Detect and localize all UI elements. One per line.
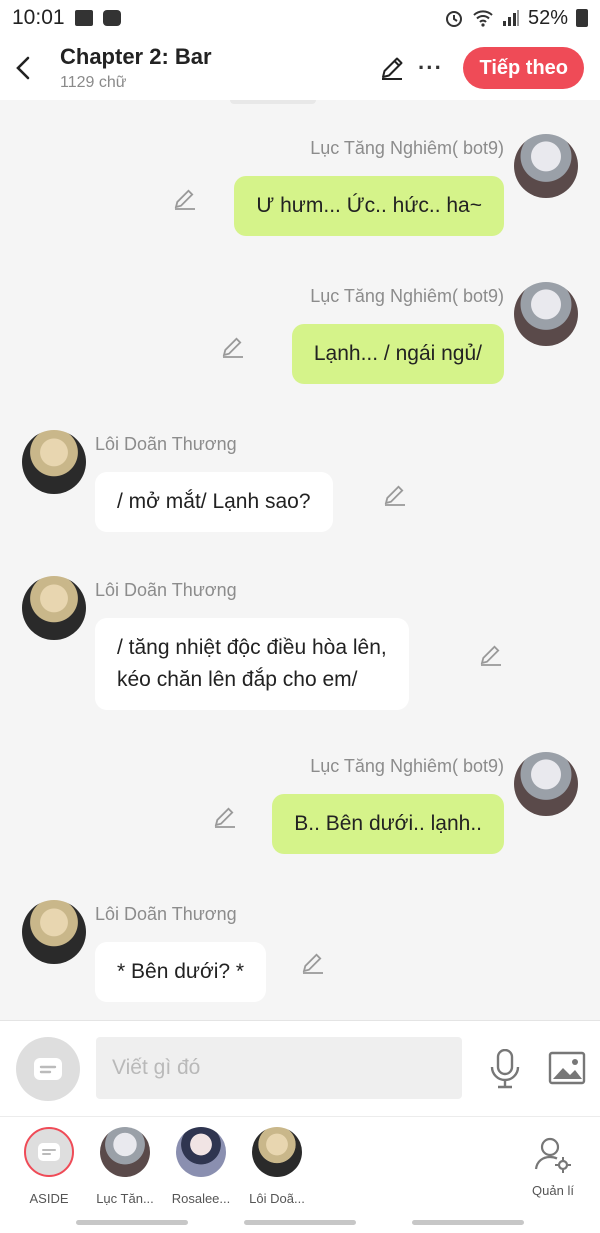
edit-chapter-button[interactable] <box>373 48 411 88</box>
status-bar: 10:01 52% <box>0 0 600 36</box>
character-bar: ASIDE Lục Tăn... Rosalee... Lôi Doã... Q… <box>0 1116 600 1212</box>
sender-name: Lục Tăng Nghiêm( bot9) <box>310 756 504 776</box>
back-button[interactable] <box>0 36 46 100</box>
aside-toggle-button[interactable] <box>16 1037 80 1101</box>
gallery-notification-icon <box>74 10 93 26</box>
character-label: Rosalee... <box>171 1191 231 1206</box>
message-composer <box>0 1020 600 1116</box>
image-icon[interactable] <box>548 1051 586 1087</box>
avatar-loi-doan-thuong[interactable] <box>22 576 86 640</box>
battery-icon <box>576 9 588 27</box>
alarm-icon <box>445 11 462 27</box>
sender-name: Lôi Doãn Thương <box>95 434 237 454</box>
word-count: 1129 chữ <box>60 74 127 91</box>
avatar-luc-tang-nghiem <box>100 1127 150 1177</box>
gesture-back[interactable] <box>412 1220 524 1225</box>
chat-area[interactable]: Lục Tăng Nghiêm( bot9) Ư hưm... Ức.. hức… <box>0 100 600 1020</box>
message-bubble[interactable]: / mở mắt/ Lạnh sao? <box>95 472 333 532</box>
avatar-rosalee <box>176 1127 226 1177</box>
gesture-home[interactable] <box>244 1220 356 1225</box>
signal-icon <box>502 10 519 26</box>
avatar-luc-tang-nghiem[interactable] <box>514 134 578 198</box>
sender-name: Lục Tăng Nghiêm( bot9) <box>310 286 504 306</box>
microphone-icon[interactable] <box>488 1049 522 1089</box>
aside-icon <box>38 1143 60 1161</box>
wifi-icon <box>473 10 493 27</box>
character-label: ASIDE <box>29 1191 69 1206</box>
sender-name: Lôi Doãn Thương <box>95 580 237 600</box>
aside-avatar <box>24 1127 74 1177</box>
message-input[interactable] <box>96 1037 462 1099</box>
next-chapter-button[interactable]: Tiếp theo <box>463 47 584 89</box>
character-luc-tang-nghiem[interactable]: Lục Tăn... <box>87 1127 163 1206</box>
avatar-loi-doan-thuong[interactable] <box>22 430 86 494</box>
status-time: 10:01 <box>12 6 65 29</box>
message-bubble[interactable]: B.. Bên dưới.. lạnh.. <box>272 794 504 854</box>
avatar-loi-doan-thuong[interactable] <box>22 900 86 964</box>
message-bubble[interactable]: Lạnh... / ngái ngủ/ <box>291 324 504 384</box>
user-settings-icon <box>534 1137 571 1173</box>
battery-percent: 52% <box>527 6 568 29</box>
character-label: Lôi Doã... <box>249 1191 305 1206</box>
app-notification-icon <box>102 10 121 26</box>
navigation-gesture-bar <box>0 1212 600 1233</box>
edit-message-icon[interactable] <box>382 482 408 508</box>
edit-message-icon[interactable] <box>300 950 326 976</box>
character-loi-doan-thuong[interactable]: Lôi Doã... <box>239 1127 315 1206</box>
aside-icon <box>34 1058 62 1080</box>
edit-message-icon[interactable] <box>220 334 246 360</box>
more-options-button[interactable]: ··· <box>411 48 449 88</box>
character-aside[interactable]: ASIDE <box>11 1127 87 1206</box>
message-bubble[interactable]: / tăng nhiệt độc điều hòa lên, kéo chăn … <box>95 618 409 710</box>
avatar-luc-tang-nghiem[interactable] <box>514 752 578 816</box>
more-icon: ··· <box>417 55 443 80</box>
sender-name: Lục Tăng Nghiêm( bot9) <box>310 138 504 158</box>
chevron-left-icon <box>16 56 30 80</box>
edit-message-icon[interactable] <box>478 642 504 668</box>
message-bubble[interactable]: * Bên dưới? * <box>95 942 267 1002</box>
avatar-luc-tang-nghiem[interactable] <box>514 282 578 346</box>
character-label: Lục Tăn... <box>96 1191 154 1206</box>
chapter-title: Chapter 2: Bar <box>60 44 212 69</box>
previous-message-edge <box>230 100 316 104</box>
chapter-titles: Chapter 2: Bar 1129 chữ <box>60 44 212 92</box>
manage-label: Quản lí <box>532 1183 574 1198</box>
character-rosalee[interactable]: Rosalee... <box>163 1127 239 1206</box>
edit-message-icon[interactable] <box>212 804 238 830</box>
message-bubble[interactable]: Ư hưm... Ức.. hức.. ha~ <box>234 176 504 236</box>
manage-characters-button[interactable]: Quản lí <box>520 1135 586 1198</box>
sender-name: Lôi Doãn Thương <box>95 904 237 924</box>
message-line: kéo chăn lên đắp cho em/ <box>117 668 358 691</box>
gesture-recent[interactable] <box>76 1220 188 1225</box>
chapter-header: Chapter 2: Bar 1129 chữ ··· Tiếp theo <box>0 36 600 100</box>
avatar-loi-doan-thuong <box>252 1127 302 1177</box>
pencil-icon <box>382 57 403 80</box>
edit-message-icon[interactable] <box>172 186 198 212</box>
message-line: / tăng nhiệt độc điều hòa lên, <box>117 636 387 659</box>
